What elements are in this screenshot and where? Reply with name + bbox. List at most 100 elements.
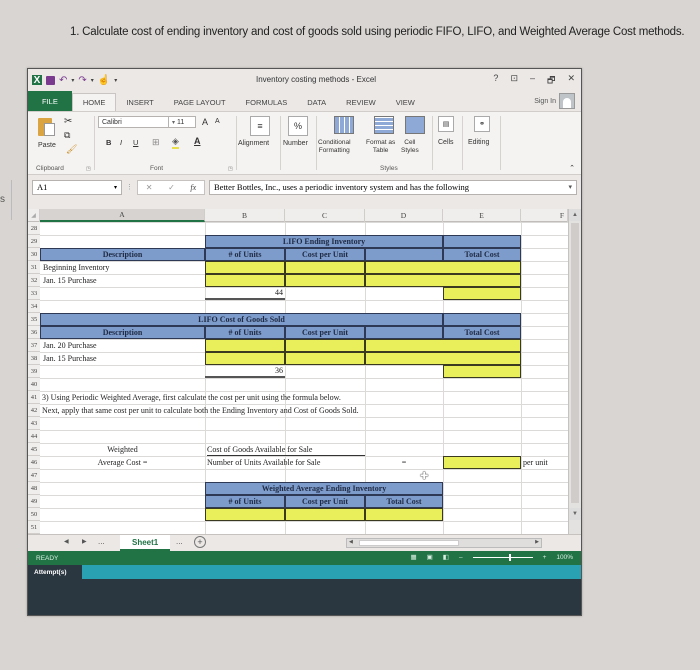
select-all-corner[interactable]: ◢ [28, 209, 40, 222]
row-header[interactable]: 31 [28, 261, 40, 274]
next-sheet-icon[interactable]: ▶ [82, 538, 87, 545]
cancel-icon[interactable]: ✕ [146, 183, 153, 192]
scroll-down-icon[interactable]: ▼ [569, 508, 581, 520]
borders-icon[interactable]: ⊞ [152, 137, 160, 148]
lifo-ending-total-input[interactable] [365, 261, 521, 274]
enter-icon[interactable]: ✓ [168, 183, 175, 192]
row-header[interactable]: 50 [28, 508, 40, 521]
column-header-d[interactable]: D [365, 209, 443, 222]
row-header[interactable]: 43 [28, 417, 40, 430]
font-launcher-icon[interactable]: ◳ [228, 166, 233, 172]
format-painter-icon[interactable]: 🖌 [66, 144, 77, 155]
row-header[interactable]: 32 [28, 274, 40, 287]
page-break-view-icon[interactable]: ◧ [443, 553, 449, 561]
tab-review[interactable]: REVIEW [336, 93, 386, 111]
spreadsheet-grid[interactable]: ◢ A B C D E F 28 29 30 31 32 33 34 35 36 37 38 39 40… [28, 209, 581, 534]
lifo-cogs-total-input[interactable] [365, 352, 521, 365]
row-header[interactable]: 40 [28, 378, 40, 391]
cell-area[interactable]: LIFO Ending Inventory Description # of U… [40, 222, 568, 534]
lifo-ending-grand-total-input[interactable] [443, 287, 521, 300]
copy-icon[interactable]: ⧉ [64, 130, 70, 141]
weighted-cost-per-unit-input[interactable] [443, 456, 521, 469]
row-header[interactable]: 30 [28, 248, 40, 261]
ribbon-display-icon[interactable]: ⊡ [510, 73, 518, 89]
row-header[interactable]: 38 [28, 352, 40, 365]
vertical-scroll-thumb[interactable] [571, 223, 579, 503]
row-header[interactable]: 42 [28, 404, 40, 417]
lifo-ending-cost-input[interactable] [285, 261, 365, 274]
lifo-ending-units-input[interactable] [205, 261, 285, 274]
column-header-a[interactable]: A [40, 209, 205, 222]
row-header[interactable]: 45 [28, 443, 40, 456]
row-header[interactable]: 46 [28, 456, 40, 469]
italic-button[interactable]: I [120, 138, 122, 147]
font-color-icon[interactable]: A [194, 136, 201, 146]
lifo-ending-cost-input[interactable] [285, 274, 365, 287]
zoom-slider[interactable] [472, 553, 533, 561]
insert-function-icon[interactable]: fx [190, 183, 196, 192]
number-button[interactable]: Number [283, 140, 308, 147]
row-header[interactable]: 47 [28, 469, 40, 482]
format-as-table-button[interactable]: Format as Table [366, 139, 395, 155]
expand-formula-icon[interactable]: ▾ [568, 183, 572, 191]
row-header[interactable]: 48 [28, 482, 40, 495]
scroll-left-icon[interactable]: ◀ [349, 539, 353, 545]
name-box-dropdown-icon[interactable]: ▾ [114, 184, 117, 191]
zoom-out-button[interactable]: – [459, 554, 463, 561]
row-header[interactable]: 35 [28, 313, 40, 326]
tab-formulas[interactable]: FORMULAS [236, 93, 298, 111]
zoom-level[interactable]: 100% [556, 554, 573, 561]
row-header[interactable]: 39 [28, 365, 40, 378]
normal-view-icon[interactable]: ▦ [410, 553, 416, 561]
fill-color-icon[interactable]: ◈ [172, 136, 179, 149]
paste-button[interactable]: Paste [38, 118, 56, 149]
horizontal-scrollbar[interactable]: ◀ ▶ [346, 538, 542, 548]
attempts-label[interactable]: Attempt(s) [28, 565, 82, 579]
help-icon[interactable]: ? [493, 73, 498, 89]
formula-input[interactable]: Better Bottles, Inc., uses a periodic in… [209, 179, 577, 195]
redo-icon[interactable]: ↷ [78, 75, 86, 86]
zoom-slider-knob[interactable] [508, 553, 511, 561]
maximize-icon[interactable]: 🗗 [547, 73, 555, 89]
alignment-icon[interactable]: ≡ [250, 116, 270, 136]
column-header-e[interactable]: E [443, 209, 521, 222]
tab-data[interactable]: DATA [297, 93, 336, 111]
cells-button[interactable]: Cells [438, 139, 454, 146]
number-icon[interactable]: % [288, 116, 308, 136]
conditional-formatting-button[interactable]: Conditional Formatting [318, 139, 351, 155]
lifo-cogs-units-input[interactable] [205, 352, 285, 365]
lifo-cogs-cost-input[interactable] [285, 339, 365, 352]
row-header[interactable]: 41 [28, 391, 40, 404]
font-name-select[interactable]: Calibri [98, 116, 174, 128]
lifo-cogs-cost-input[interactable] [285, 352, 365, 365]
tab-insert[interactable]: INSERT [116, 93, 163, 111]
row-header[interactable]: 37 [28, 339, 40, 352]
tab-home[interactable]: HOME [71, 93, 117, 111]
wa-ending-total-input[interactable] [365, 508, 443, 521]
cell-styles-button[interactable]: Cell Styles [401, 139, 419, 155]
more-sheets-left[interactable]: ... [98, 537, 105, 546]
column-header-c[interactable]: C [285, 209, 365, 222]
row-header[interactable]: 28 [28, 222, 40, 235]
row-header[interactable]: 49 [28, 495, 40, 508]
wa-ending-units-input[interactable] [205, 508, 285, 521]
row-header[interactable]: 29 [28, 235, 40, 248]
editing-button[interactable]: Editing [468, 139, 489, 146]
tab-view[interactable]: VIEW [386, 93, 425, 111]
row-header[interactable]: 44 [28, 430, 40, 443]
scroll-right-icon[interactable]: ▶ [535, 539, 539, 545]
page-layout-view-icon[interactable]: ▣ [427, 553, 433, 561]
lifo-cogs-total-input[interactable] [365, 339, 521, 352]
shrink-font-icon[interactable]: A [215, 118, 220, 125]
add-sheet-button[interactable]: + [194, 536, 206, 548]
undo-dropdown-icon[interactable]: ▾ [71, 77, 74, 84]
horizontal-scroll-thumb[interactable] [359, 540, 459, 546]
lifo-cogs-units-input[interactable] [205, 339, 285, 352]
row-header[interactable]: 36 [28, 326, 40, 339]
row-header[interactable]: 33 [28, 287, 40, 300]
minimize-icon[interactable]: – [530, 73, 535, 89]
touch-mode-icon[interactable]: ☝ [98, 75, 110, 86]
zoom-in-button[interactable]: + [543, 554, 547, 561]
more-sheets-right[interactable]: ... [176, 537, 183, 546]
save-icon[interactable] [46, 75, 55, 85]
